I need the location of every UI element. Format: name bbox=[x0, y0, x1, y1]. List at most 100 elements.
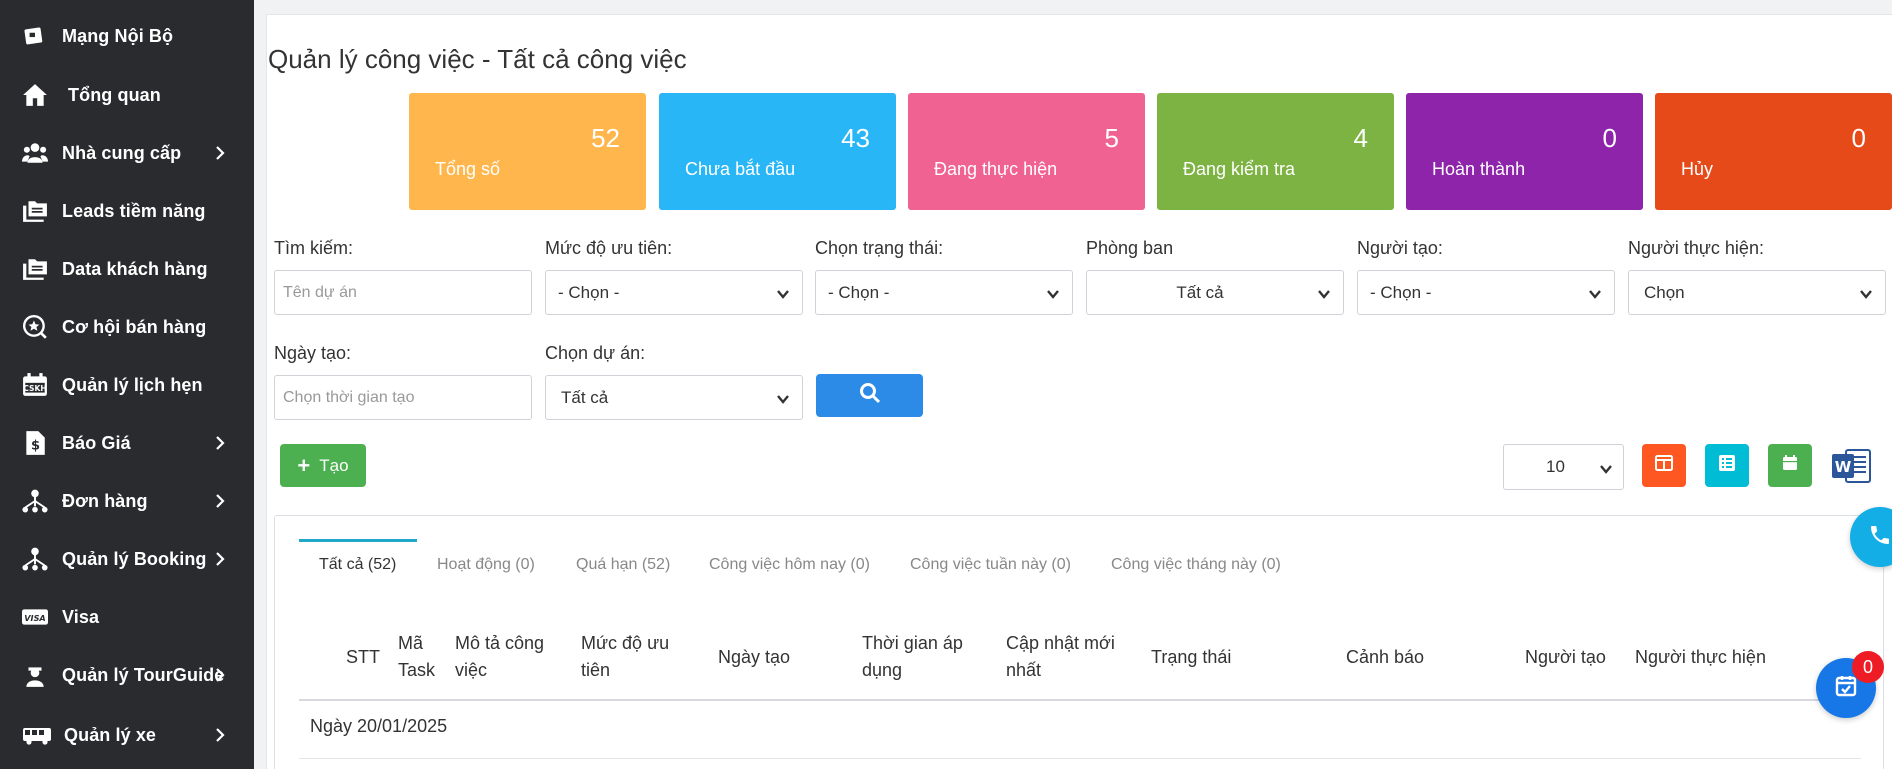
priority-select[interactable]: - Chọn - bbox=[545, 270, 803, 315]
sidebar-item-label: Tổng quan bbox=[68, 84, 161, 105]
search-input[interactable]: Tên dự án bbox=[274, 270, 532, 315]
search-icon bbox=[859, 382, 881, 409]
chevron-right-icon bbox=[212, 145, 228, 161]
sidebar-item-visa[interactable]: VISA Visa bbox=[0, 588, 254, 646]
create-button-label: Tạo bbox=[319, 455, 349, 475]
chevron-down-icon bbox=[1588, 286, 1602, 300]
creator-label: Người tạo: bbox=[1357, 238, 1443, 258]
chevron-down-icon bbox=[1599, 461, 1613, 475]
assignee-label: Người thực hiện: bbox=[1628, 238, 1764, 258]
project-label: Chọn dự án: bbox=[545, 343, 646, 363]
col-description-line1: Mô tả công bbox=[455, 633, 545, 653]
sidebar-item-data-khach-hang[interactable]: Data khách hàng bbox=[0, 240, 254, 298]
sidebar-item-quan-ly-xe[interactable]: Quản lý xe bbox=[0, 706, 254, 764]
sidebar-item-label: Data khách hàng bbox=[62, 258, 208, 279]
network-icon bbox=[22, 23, 48, 49]
tab-overdue[interactable]: Quá hạn (52) bbox=[576, 556, 670, 574]
priority-select-value: - Chọn - bbox=[558, 282, 620, 302]
table-header-divider bbox=[299, 699, 1861, 701]
sidebar: Mạng Nội Bộ Tổng quan Nhà cung cấp Leads… bbox=[0, 0, 254, 769]
sidebar-item-nha-cung-cap[interactable]: Nhà cung cấp bbox=[0, 124, 254, 182]
sidebar-item-label: Visa bbox=[62, 606, 100, 627]
export-word-button[interactable]: W bbox=[1830, 446, 1874, 486]
col-assignee[interactable]: Người thực hiện bbox=[1635, 644, 1766, 671]
chevron-down-icon bbox=[776, 286, 790, 300]
sidebar-item-label: Quản lý lịch hẹn bbox=[62, 374, 203, 395]
word-icon: W bbox=[1830, 449, 1874, 490]
status-select-value: - Chọn - bbox=[828, 282, 890, 302]
sidebar-item-mang-noi-bo[interactable]: Mạng Nội Bộ bbox=[0, 7, 254, 65]
sidebar-item-label: Đơn hàng bbox=[62, 490, 148, 511]
per-page-select[interactable]: 10 bbox=[1503, 444, 1624, 490]
list-view-button[interactable] bbox=[1705, 444, 1749, 487]
per-page-value: 10 bbox=[1546, 457, 1565, 476]
status-label: Chọn trạng thái: bbox=[815, 238, 944, 258]
stat-value: 0 bbox=[1602, 123, 1617, 153]
sidebar-item-quan-ly-booking[interactable]: Quản lý Booking bbox=[0, 530, 254, 588]
calendar-view-button[interactable] bbox=[1768, 444, 1812, 487]
sidebar-item-quan-ly-lich-hen[interactable]: CSKH Quản lý lịch hẹn bbox=[0, 356, 254, 414]
bus-icon bbox=[22, 722, 52, 748]
sidebar-item-leads-tiem-nang[interactable]: Leads tiềm năng bbox=[0, 182, 254, 240]
col-description-line2: việc bbox=[455, 660, 488, 680]
tab-this-month[interactable]: Công việc tháng này (0) bbox=[1111, 556, 1281, 574]
create-button[interactable]: + Tạo bbox=[280, 444, 366, 487]
stat-card-in-progress[interactable]: 5 Đang thực hiện bbox=[908, 93, 1145, 210]
tab-today[interactable]: Công việc hôm nay (0) bbox=[709, 556, 870, 574]
col-stt[interactable]: STT bbox=[346, 644, 380, 671]
col-priority-line2: tiên bbox=[581, 660, 611, 680]
date-group-row: Ngày 20/01/2025 bbox=[310, 716, 448, 736]
svg-text:VISA: VISA bbox=[24, 613, 45, 623]
stat-card-cancelled[interactable]: 0 Hủy bbox=[1655, 93, 1892, 210]
sidebar-item-bao-gia[interactable]: $ Báo Giá bbox=[0, 414, 254, 472]
notification-badge: 0 bbox=[1852, 651, 1884, 683]
stat-card-total[interactable]: 52 Tổng số bbox=[409, 93, 646, 210]
col-apply-time-line1: Thời gian áp bbox=[862, 633, 963, 653]
col-created-date[interactable]: Ngày tạo bbox=[718, 644, 790, 671]
col-status[interactable]: Trạng thái bbox=[1151, 644, 1231, 671]
col-task-code-line2: Task bbox=[398, 660, 436, 680]
created-date-input[interactable]: Chọn thời gian tạo bbox=[274, 375, 532, 420]
col-description[interactable]: Mô tả công việc bbox=[455, 630, 544, 684]
home-icon bbox=[22, 82, 48, 108]
stat-card-not-started[interactable]: 43 Chưa bắt đầu bbox=[659, 93, 896, 210]
stat-card-completed[interactable]: 0 Hoàn thành bbox=[1406, 93, 1643, 210]
sidebar-item-don-hang[interactable]: Đơn hàng bbox=[0, 472, 254, 530]
project-select-value: Tất cả bbox=[561, 387, 609, 407]
project-select[interactable]: Tất cả bbox=[545, 375, 803, 420]
plus-icon: + bbox=[297, 452, 311, 478]
col-apply-time[interactable]: Thời gian áp dụng bbox=[862, 630, 963, 684]
status-select[interactable]: - Chọn - bbox=[815, 270, 1073, 315]
sidebar-item-quan-ly-tourguide[interactable]: Quản lý TourGuide bbox=[0, 646, 254, 704]
stat-card-reviewing[interactable]: 4 Đang kiểm tra bbox=[1157, 93, 1394, 210]
col-priority[interactable]: Mức độ ưu tiên bbox=[581, 630, 669, 684]
col-task-code[interactable]: Mã Task bbox=[398, 630, 435, 684]
search-button[interactable] bbox=[816, 374, 923, 417]
sidebar-item-co-hoi-ban-hang[interactable]: Cơ hội bán hàng bbox=[0, 298, 254, 356]
search-label: Tìm kiếm: bbox=[274, 238, 353, 258]
svg-text:CSKH: CSKH bbox=[23, 384, 46, 393]
sidebar-item-label: Nhà cung cấp bbox=[62, 142, 182, 163]
assignee-select[interactable]: Chọn bbox=[1628, 270, 1886, 315]
sidebar-item-tong-quan[interactable]: Tổng quan bbox=[0, 66, 254, 124]
dollar-file-icon: $ bbox=[22, 430, 48, 456]
assignee-select-value: Chọn bbox=[1644, 282, 1685, 302]
department-select[interactable]: Tất cả bbox=[1086, 270, 1344, 315]
col-creator[interactable]: Người tạo bbox=[1525, 644, 1606, 671]
tab-active[interactable]: Hoạt động (0) bbox=[437, 556, 535, 574]
col-last-updated[interactable]: Cập nhật mới nhất bbox=[1006, 630, 1115, 684]
chevron-right-icon bbox=[212, 551, 228, 567]
tab-this-week[interactable]: Công việc tuần này (0) bbox=[910, 556, 1071, 574]
svg-text:W: W bbox=[1835, 458, 1852, 476]
tab-all[interactable]: Tất cả (52) bbox=[319, 556, 396, 574]
col-task-code-line1: Mã bbox=[398, 633, 424, 653]
stat-value: 5 bbox=[1104, 123, 1119, 153]
board-view-button[interactable] bbox=[1642, 444, 1686, 487]
creator-select[interactable]: - Chọn - bbox=[1357, 270, 1615, 315]
users-icon bbox=[22, 140, 48, 166]
col-warning[interactable]: Cảnh báo bbox=[1346, 644, 1424, 671]
stat-value: 43 bbox=[841, 123, 870, 153]
list-icon bbox=[1717, 453, 1737, 478]
created-date-label: Ngày tạo: bbox=[274, 343, 352, 363]
department-select-value: Tất cả bbox=[1176, 282, 1224, 302]
